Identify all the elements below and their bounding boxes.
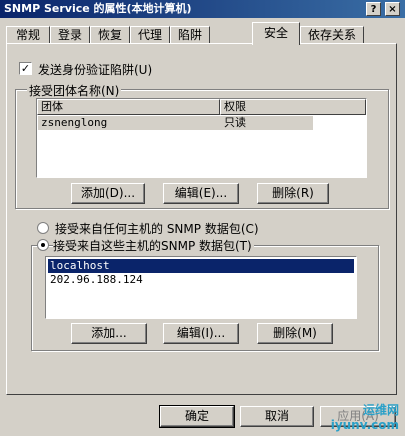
- accept-any-host-radio[interactable]: [37, 222, 49, 234]
- community-list[interactable]: 团体 权限 zsnenglong 只读: [36, 98, 367, 178]
- community-name-cell: zsnenglong: [41, 116, 108, 129]
- tab-traps[interactable]: 陷阱: [170, 26, 210, 44]
- tab-agent[interactable]: 代理: [130, 26, 170, 44]
- community-group-title: 接受团体名称(N): [27, 82, 122, 99]
- tab-recovery[interactable]: 恢复: [90, 26, 130, 44]
- window-title: SNMP Service 的属性(本地计算机): [4, 2, 192, 15]
- community-right-cell: 只读: [224, 116, 246, 129]
- list-item[interactable]: localhost: [48, 259, 354, 273]
- auth-trap-label[interactable]: 发送身份验证陷阱(U): [38, 61, 152, 78]
- tab-dependencies[interactable]: 依存关系: [300, 26, 364, 44]
- remove-host-button[interactable]: 删除(M): [257, 323, 333, 344]
- accept-these-hosts-radio[interactable]: [37, 239, 49, 251]
- list-item[interactable]: 202.96.188.124: [48, 273, 143, 287]
- cancel-button[interactable]: 取消: [240, 406, 314, 427]
- accept-any-host-label[interactable]: 接受来自任何主机的 SNMP 数据包(C): [55, 220, 259, 237]
- watermark-line2: iyunv.com: [330, 418, 399, 432]
- edit-host-button[interactable]: 编辑(I)...: [163, 323, 239, 344]
- edit-community-button[interactable]: 编辑(E)...: [163, 183, 239, 204]
- accept-these-hosts-label[interactable]: 接受来自这些主机的SNMP 数据包(T): [53, 237, 254, 254]
- add-host-button[interactable]: 添加...: [71, 323, 147, 344]
- column-header-rights[interactable]: 权限: [220, 99, 366, 115]
- tab-logon[interactable]: 登录: [50, 26, 90, 44]
- remove-community-button[interactable]: 删除(R): [257, 183, 329, 204]
- auth-trap-checkbox[interactable]: ✓: [19, 62, 32, 75]
- title-bar: SNMP Service 的属性(本地计算机) ? ×: [0, 0, 405, 18]
- help-button[interactable]: ?: [366, 2, 381, 16]
- security-panel: ✓ 发送身份验证陷阱(U) 接受团体名称(N) 团体 权限 zsnenglong…: [6, 43, 397, 395]
- watermark-logo: 运维网 iyunv.com: [331, 401, 399, 432]
- tab-security[interactable]: 安全: [252, 22, 300, 45]
- radio-selected-dot-icon: [41, 243, 45, 247]
- close-button[interactable]: ×: [385, 2, 400, 16]
- checkmark-icon: ✓: [20, 62, 31, 75]
- column-header-community[interactable]: 团体: [37, 99, 220, 115]
- ok-button[interactable]: 确定: [159, 405, 235, 428]
- add-community-button[interactable]: 添加(D)...: [71, 183, 145, 204]
- host-list[interactable]: localhost 202.96.188.124: [45, 256, 357, 319]
- tab-general[interactable]: 常规: [6, 26, 50, 44]
- watermark-line1: 运维网: [362, 403, 399, 417]
